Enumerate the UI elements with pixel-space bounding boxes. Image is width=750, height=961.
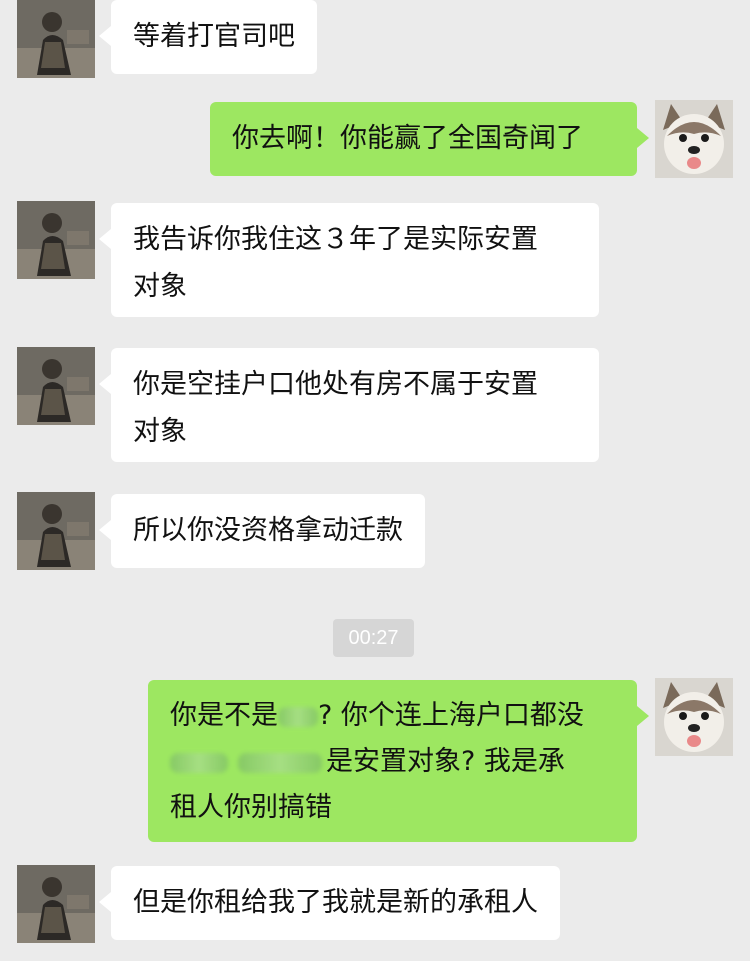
contact-avatar[interactable] <box>17 865 95 943</box>
contact-avatar[interactable] <box>17 347 95 425</box>
contact-avatar[interactable] <box>17 492 95 570</box>
message-bubble-incoming[interactable]: 你是空挂户口他处有房不属于安置 对象 <box>99 348 599 462</box>
message-bubble-incoming[interactable]: 所以你没资格拿动迁款 <box>99 494 425 568</box>
message-bubble-incoming[interactable]: 等着打官司吧 <box>99 0 317 74</box>
person-avatar-icon <box>17 0 95 78</box>
person-avatar-icon <box>17 201 95 279</box>
self-avatar[interactable] <box>655 100 733 178</box>
redacted-text <box>238 752 322 773</box>
person-avatar-icon <box>17 347 95 425</box>
message-text-line: 你是空挂户口他处有房不属于安置 <box>133 369 538 400</box>
message-text: 等着打官司吧 <box>133 21 295 52</box>
message-bubble-outgoing[interactable]: 你去啊！你能赢了全国奇闻了 <box>210 102 649 176</box>
message-text-line: 你是不是? 你个连上海户口都没 <box>170 700 584 731</box>
message-text-line: 是安置对象? 我是承 <box>170 739 615 785</box>
self-avatar[interactable] <box>655 678 733 756</box>
message-bubble-incoming[interactable]: 但是你租给我了我就是新的承租人 <box>99 866 560 940</box>
message-text: 但是你租给我了我就是新的承租人 <box>133 887 538 918</box>
message-bubble-outgoing[interactable]: 你是不是? 你个连上海户口都没 是安置对象? 我是承 租人你别搞错 <box>148 680 649 842</box>
contact-avatar[interactable] <box>17 0 95 78</box>
person-avatar-icon <box>17 492 95 570</box>
dog-avatar-icon <box>655 678 733 756</box>
message-text-line: 对象 <box>133 416 187 447</box>
redacted-text <box>170 752 228 773</box>
message-text: 你去啊！你能赢了全国奇闻了 <box>232 123 583 154</box>
chat-window: 等着打官司吧 你去啊！你能赢了全国奇闻了 我告诉你我住这３年了是实际安置 对象 … <box>0 0 750 961</box>
message-text-line: 我告诉你我住这３年了是实际安置 <box>133 224 538 255</box>
message-bubble-incoming[interactable]: 我告诉你我住这３年了是实际安置 对象 <box>99 203 599 317</box>
timestamp-badge: 00:27 <box>333 619 414 657</box>
person-avatar-icon <box>17 865 95 943</box>
dog-avatar-icon <box>655 100 733 178</box>
message-text-line: 租人你别搞错 <box>170 792 332 823</box>
message-text-line: 对象 <box>133 271 187 302</box>
message-text: 所以你没资格拿动迁款 <box>133 515 403 546</box>
redacted-text <box>278 706 318 727</box>
contact-avatar[interactable] <box>17 201 95 279</box>
